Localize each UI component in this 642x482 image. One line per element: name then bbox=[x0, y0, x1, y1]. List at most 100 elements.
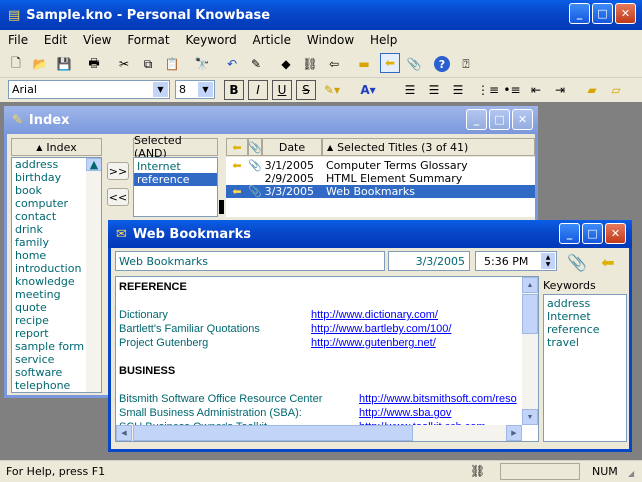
index-header[interactable]: ▲ Index bbox=[11, 138, 102, 156]
tag-icon: ⬅ bbox=[232, 185, 242, 198]
print-icon[interactable]: 🖶 bbox=[84, 54, 104, 74]
selected-header[interactable]: Selected (AND) bbox=[133, 134, 218, 160]
strike-icon[interactable]: S bbox=[296, 80, 316, 100]
numbered-list-icon[interactable]: ⋮≡ bbox=[477, 80, 499, 100]
align-right-icon[interactable]: ☰ bbox=[448, 80, 468, 100]
keyword-index-list[interactable]: address birthday book computer contact d… bbox=[11, 157, 102, 393]
menu-window[interactable]: Window bbox=[307, 33, 354, 47]
menu-view[interactable]: View bbox=[83, 33, 111, 47]
chevron-down-icon[interactable]: ▼ bbox=[153, 82, 168, 97]
attach-icon[interactable]: 📎 bbox=[404, 54, 424, 74]
scroll-thumb[interactable] bbox=[133, 425, 413, 441]
eraser-icon[interactable]: ◆ bbox=[276, 54, 296, 74]
table-row[interactable]: ⬅ 📎 3/3/2005 Web Bookmarks bbox=[226, 185, 535, 198]
close-button[interactable]: ✕ bbox=[615, 3, 636, 24]
titles-list[interactable]: ⬅ 📎 3/1/2005 Computer Terms Glossary 2/9… bbox=[226, 157, 535, 217]
tag-icon[interactable]: ⬅ bbox=[595, 251, 621, 273]
edit-folder-icon[interactable]: ▱ bbox=[606, 80, 626, 100]
save-icon[interactable]: 💾 bbox=[54, 54, 74, 74]
list-item[interactable]: reference bbox=[134, 173, 217, 186]
index-maximize-button[interactable]: □ bbox=[489, 109, 510, 130]
index-minimize-button[interactable]: _ bbox=[466, 109, 487, 130]
article-name-field[interactable]: Web Bookmarks bbox=[115, 251, 385, 271]
article-maximize-button[interactable]: □ bbox=[582, 223, 603, 244]
italic-icon[interactable]: I bbox=[248, 80, 268, 100]
bullet-list-icon[interactable]: •≡ bbox=[502, 80, 522, 100]
outdent-icon[interactable]: ⇤ bbox=[526, 80, 546, 100]
bookmark-link[interactable]: http://www.dictionary.com/ bbox=[311, 309, 438, 321]
text-color-icon[interactable]: A▾ bbox=[358, 80, 378, 100]
font-select[interactable]: Arial ▼ bbox=[8, 80, 170, 99]
titles-column-header[interactable]: ▲ Selected Titles (3 of 41) bbox=[322, 138, 535, 156]
table-row[interactable]: ⬅ 📎 3/1/2005 Computer Terms Glossary bbox=[226, 159, 535, 172]
remove-keyword-button[interactable]: << bbox=[107, 188, 129, 206]
index-scrollbar[interactable] bbox=[86, 158, 101, 392]
attach-column-header[interactable]: 📎 bbox=[248, 138, 262, 156]
context-help-icon[interactable]: ⍰ bbox=[456, 54, 476, 74]
folder-icon[interactable]: ▬ bbox=[354, 54, 374, 74]
add-keyword-button[interactable]: >> bbox=[107, 162, 129, 180]
help-icon[interactable]: ? bbox=[432, 54, 452, 74]
bookmark-link[interactable]: http://www.gutenberg.net/ bbox=[311, 337, 436, 349]
article-time-field[interactable]: 5:36 PM ▲ ▼ bbox=[475, 251, 557, 271]
cut-icon[interactable]: ✂ bbox=[114, 54, 134, 74]
bookmark-label: Project Gutenberg bbox=[119, 337, 209, 349]
scroll-down-icon[interactable]: ▼ bbox=[522, 409, 538, 425]
link-icon[interactable]: ⛓ bbox=[300, 54, 320, 74]
article-close-button[interactable]: ✕ bbox=[605, 223, 626, 244]
scroll-thumb[interactable] bbox=[522, 294, 538, 334]
list-item[interactable]: address bbox=[544, 297, 626, 310]
article-body[interactable]: REFERENCE Dictionary http://www.dictiona… bbox=[115, 276, 539, 442]
menu-keyword[interactable]: Keyword bbox=[185, 33, 236, 47]
bookmark-link[interactable]: http://www.bartleby.com/100/ bbox=[311, 323, 451, 335]
date-column-header[interactable]: Date bbox=[262, 138, 322, 156]
menu-article[interactable]: Article bbox=[253, 33, 292, 47]
list-item[interactable]: Internet bbox=[544, 310, 626, 323]
spin-icon[interactable]: ▲ ▼ bbox=[541, 253, 555, 269]
table-row[interactable]: 2/9/2005 HTML Element Summary bbox=[226, 172, 535, 185]
underline-icon[interactable]: U bbox=[272, 80, 292, 100]
selected-keyword-list[interactable]: Internet reference bbox=[133, 157, 218, 217]
scroll-up-icon[interactable]: ▲ bbox=[86, 158, 101, 171]
menu-format[interactable]: Format bbox=[127, 33, 169, 47]
list-item[interactable]: reference bbox=[544, 323, 626, 336]
bookmark-link[interactable]: http://www.sba.gov bbox=[359, 407, 451, 419]
menu-file[interactable]: File bbox=[8, 33, 28, 47]
article-keyword-list[interactable]: address Internet reference travel bbox=[543, 294, 627, 442]
index-close-button[interactable]: ✕ bbox=[512, 109, 533, 130]
open-folder-icon[interactable]: ▰ bbox=[582, 80, 602, 100]
resize-grip-icon[interactable]: ◢ bbox=[628, 469, 634, 478]
list-item[interactable]: Internet bbox=[134, 160, 217, 173]
menu-edit[interactable]: Edit bbox=[44, 33, 67, 47]
menu-help[interactable]: Help bbox=[370, 33, 397, 47]
new-icon[interactable]: 🗋 bbox=[6, 54, 26, 74]
align-left-icon[interactable]: ☰ bbox=[400, 80, 420, 100]
indent-icon[interactable]: ⇥ bbox=[550, 80, 570, 100]
article-date-field[interactable]: 3/3/2005 bbox=[388, 251, 470, 271]
size-select[interactable]: 8 ▼ bbox=[175, 80, 215, 99]
attachment-icon[interactable]: 📎 bbox=[566, 251, 588, 273]
article-minimize-button[interactable]: _ bbox=[559, 223, 580, 244]
bold-icon[interactable]: B bbox=[224, 80, 244, 100]
align-center-icon[interactable]: ☰ bbox=[424, 80, 444, 100]
arrow-icon[interactable]: ⇦ bbox=[324, 54, 344, 74]
scroll-left-icon[interactable]: ◀ bbox=[116, 425, 132, 441]
scroll-right-icon[interactable]: ▶ bbox=[506, 425, 522, 441]
maximize-button[interactable]: □ bbox=[592, 3, 613, 24]
find-icon[interactable]: 🔭 bbox=[192, 54, 212, 74]
list-item[interactable]: travel bbox=[544, 336, 626, 349]
chevron-down-icon[interactable]: ▼ bbox=[198, 82, 213, 97]
minimize-button[interactable]: _ bbox=[569, 3, 590, 24]
undo-icon[interactable]: ↶ bbox=[222, 54, 242, 74]
highlight-icon[interactable]: ✎▾ bbox=[322, 80, 342, 100]
tag-icon[interactable]: ⬅ bbox=[380, 53, 400, 73]
copy-icon[interactable]: ⧉ bbox=[138, 54, 158, 74]
edit-icon[interactable]: ✎ bbox=[246, 54, 266, 74]
tag-column-header[interactable]: ⬅ bbox=[226, 138, 248, 156]
splitter-handle[interactable] bbox=[219, 200, 224, 214]
paste-icon[interactable]: 📋 bbox=[162, 54, 182, 74]
bookmark-link[interactable]: http://www.bitsmithsoft.com/reso bbox=[359, 393, 521, 405]
article-window: ✉ Web Bookmarks _ □ ✕ Web Bookmarks 3/3/… bbox=[108, 220, 632, 452]
open-icon[interactable]: 📂 bbox=[30, 54, 50, 74]
scroll-up-icon[interactable]: ▲ bbox=[522, 277, 538, 293]
